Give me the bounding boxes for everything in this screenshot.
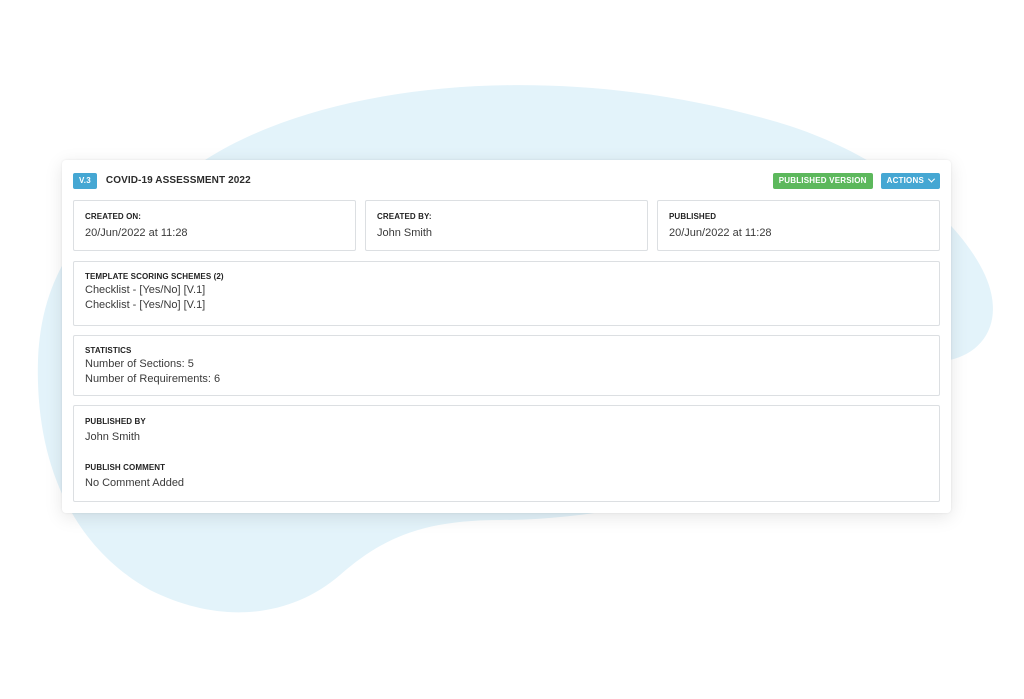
created-by-panel: CREATED BY: John Smith <box>365 200 648 251</box>
created-by-value: John Smith <box>377 227 433 239</box>
chevron-down-icon <box>927 175 936 183</box>
published-label: PUBLISHED <box>669 212 717 221</box>
created-by-label: CREATED BY: <box>377 212 432 221</box>
statistics-label: STATISTICS <box>85 346 132 355</box>
version-badge: V.3 <box>73 172 97 189</box>
card-header: V.3 COVID-19 ASSESSMENT 2022 PUBLISHED V… <box>73 172 940 189</box>
created-on-label: CREATED ON: <box>85 212 142 221</box>
stage: V.3 COVID-19 ASSESSMENT 2022 PUBLISHED V… <box>0 0 1024 699</box>
list-item: Number of Sections: 5 <box>85 358 194 370</box>
published-value: 20/Jun/2022 at 11:28 <box>669 227 772 239</box>
card-title: COVID-19 ASSESSMENT 2022 <box>105 175 251 186</box>
published-by-value: John Smith <box>85 431 141 443</box>
actions-button[interactable]: ACTIONS <box>880 172 940 189</box>
publish-comment-label: PUBLISH COMMENT <box>85 463 166 472</box>
scoring-schemes-panel: TEMPLATE SCORING SCHEMES (2) Checklist -… <box>73 261 940 326</box>
list-item: Checklist - [Yes/No] [V.1] <box>85 299 206 311</box>
status-badge: PUBLISHED VERSION <box>772 172 873 189</box>
published-by-label: PUBLISHED BY <box>85 417 146 426</box>
statistics-list: Number of Sections: 5 Number of Requirem… <box>85 357 220 387</box>
version-card: V.3 COVID-19 ASSESSMENT 2022 PUBLISHED V… <box>62 160 951 513</box>
actions-label: ACTIONS <box>886 175 924 185</box>
scoring-schemes-label: TEMPLATE SCORING SCHEMES (2) <box>85 272 224 281</box>
publish-info-panel: PUBLISHED BY John Smith PUBLISH COMMENT … <box>73 405 940 502</box>
created-on-panel: CREATED ON: 20/Jun/2022 at 11:28 <box>73 200 356 251</box>
created-on-value: 20/Jun/2022 at 11:28 <box>85 227 188 239</box>
scoring-schemes-list: Checklist - [Yes/No] [V.1] Checklist - [… <box>85 283 205 313</box>
statistics-panel: STATISTICS Number of Sections: 5 Number … <box>73 335 940 396</box>
publish-comment-value: No Comment Added <box>85 477 185 489</box>
published-panel: PUBLISHED 20/Jun/2022 at 11:28 <box>657 200 940 251</box>
list-item: Number of Requirements: 6 <box>85 373 221 385</box>
list-item: Checklist - [Yes/No] [V.1] <box>85 284 206 296</box>
